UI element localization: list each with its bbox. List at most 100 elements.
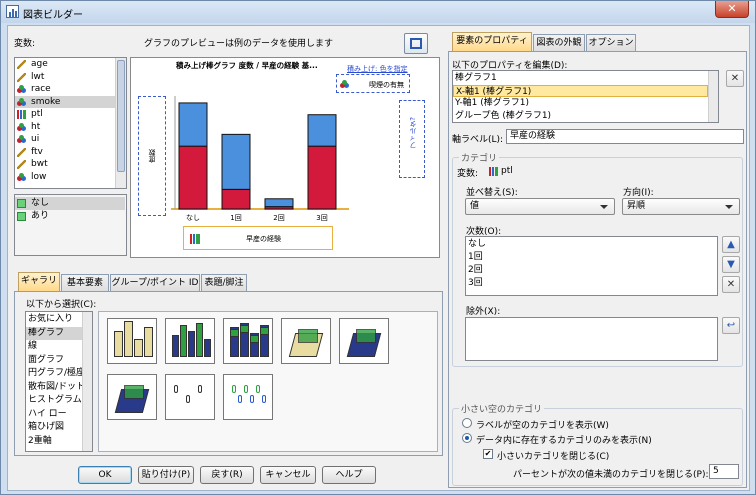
excluded-list[interactable]	[465, 317, 718, 361]
window-title: 図表ビルダー	[23, 10, 83, 21]
variable-name: age	[31, 59, 48, 69]
gallery-tab[interactable]: 表題/脚注	[201, 274, 247, 291]
close-button[interactable]: ✕	[715, 1, 749, 18]
chart-type-list[interactable]: お気に入り棒グラフ線面グラフ円グラフ/極座標散布図/ドットヒストグラムハイ ロー…	[25, 311, 93, 452]
x-tick-label: 1回	[230, 214, 241, 222]
show-empty-radio[interactable]	[462, 418, 472, 428]
ok-button[interactable]: OK	[78, 466, 132, 484]
chart-canvas[interactable]: 積み上げ棒グラフ 度数 / 早産の経験 基... 積み上げ: 色を指定 喫煙の有…	[130, 57, 440, 258]
variable-name: lwt	[31, 71, 45, 82]
bar-segment	[307, 114, 337, 147]
property-list-scrollbar[interactable]	[708, 71, 718, 122]
variable-item[interactable]: ftv	[15, 146, 115, 159]
property-list[interactable]: 棒グラフ1 X-軸1 (棒グラフ1) Y-軸1 (棒グラフ1) グループ色 (棒グラフ…	[452, 70, 719, 123]
thumbnail-bar	[134, 339, 143, 357]
direction-select[interactable]: 昇順	[622, 198, 740, 215]
show-present-only-radio[interactable]	[462, 433, 472, 443]
reset-button[interactable]: 戻す(R)	[200, 466, 254, 484]
percent-input[interactable]: 5	[709, 464, 739, 479]
ordinal-icon	[489, 167, 498, 176]
category-item[interactable]: なし	[15, 197, 125, 210]
cancel-button[interactable]: キャンセル	[260, 466, 316, 484]
small-empty-category-title: 小さい空のカテゴリ	[459, 402, 545, 415]
chart-type-item[interactable]: ハイ ロー	[26, 408, 82, 422]
variable-item[interactable]: race	[15, 83, 115, 96]
order-item[interactable]: 2回	[468, 264, 713, 277]
delete-property-button[interactable]: ✕	[726, 70, 744, 87]
paste-button[interactable]: 貼り付け(P)	[138, 466, 194, 484]
x-tick-label: なし	[186, 214, 200, 222]
stacked-bar-thumbnail[interactable]	[223, 318, 273, 364]
variable-item[interactable]: age	[15, 58, 115, 71]
property-item[interactable]: X-軸1 (棒グラフ1)	[453, 84, 708, 97]
scale-variable-icon	[17, 60, 26, 69]
exclude-button[interactable]: ✕	[722, 276, 740, 293]
chart-type-item[interactable]: 散布図/ドット	[26, 381, 82, 395]
order-item[interactable]: 3回	[468, 277, 713, 290]
variable-item[interactable]: smoke	[15, 95, 115, 108]
scale-variable-icon	[17, 160, 26, 169]
nominal-variable-icon	[17, 172, 26, 182]
simple-bar-thumbnail[interactable]	[107, 318, 157, 364]
order-list[interactable]: なし 1回 2回 3回	[465, 236, 718, 296]
variable-item[interactable]: ui	[15, 133, 115, 146]
category-icon	[17, 211, 26, 221]
3d-bar-thumbnail[interactable]	[107, 374, 157, 420]
show-empty-label: ラベルが空のカテゴリを表示(W)	[476, 421, 609, 431]
chart-type-item[interactable]: 円グラフ/極座標	[26, 367, 82, 381]
filter-drop-zone[interactable]: フィルタ?	[399, 100, 425, 178]
chart-type-item[interactable]: 棒グラフ	[26, 326, 82, 340]
y-axis-drop-zone[interactable]: 度数	[138, 96, 166, 216]
properties-tab[interactable]: 図表の外観	[533, 34, 585, 51]
dialog-body: 変数: グラフのプレビューは例のデータを使用します age lwt race smok…	[7, 25, 750, 491]
bar-segment	[307, 145, 337, 210]
clustered-bar-thumbnail[interactable]	[165, 318, 215, 364]
3d-simple-bar-thumbnail[interactable]	[281, 318, 331, 364]
order-item[interactable]: 1回	[468, 251, 713, 264]
stack-drop-label[interactable]: 積み上げ: 色を指定	[347, 64, 408, 74]
axis-label-input[interactable]: 早産の経験	[506, 129, 744, 144]
variable-item[interactable]: lwt	[15, 71, 115, 84]
3d-clustered-bar-thumbnail[interactable]	[339, 318, 389, 364]
property-item[interactable]: グループ色 (棒グラフ1)	[453, 110, 708, 123]
category-item[interactable]: あり	[15, 210, 125, 223]
chart-type-scrollbar[interactable]	[82, 312, 92, 451]
properties-tab[interactable]: 要素のプロパティ	[452, 32, 532, 51]
chart-type-item[interactable]: 2重軸	[26, 435, 82, 449]
move-up-button[interactable]: ▲	[722, 236, 740, 253]
clustered-error-bar-thumbnail[interactable]	[223, 374, 273, 420]
chart-type-item[interactable]: お気に入り	[26, 313, 82, 327]
restore-button[interactable]: ↩	[722, 317, 740, 334]
variable-item[interactable]: ptl	[15, 108, 115, 121]
sort-select[interactable]: 値	[465, 198, 615, 215]
nominal-variable-icon	[17, 122, 26, 132]
variable-item[interactable]: bwt	[15, 158, 115, 171]
properties-tab[interactable]: オプション	[586, 34, 636, 51]
chart-type-item[interactable]: ヒストグラム	[26, 394, 82, 408]
category-list[interactable]: なし あり	[14, 194, 127, 256]
thumbnail-3d-block	[124, 385, 144, 399]
chart-type-item[interactable]: 面グラフ	[26, 354, 82, 368]
gallery-tab[interactable]: ギャラリ	[18, 272, 60, 291]
variable-item[interactable]: ht	[15, 121, 115, 134]
order-item[interactable]: なし	[468, 238, 713, 251]
thumbnail-3d-block	[356, 329, 376, 343]
x-axis-drop-zone[interactable]: 早産の経験	[183, 226, 333, 250]
x-tick-label: 2回	[273, 214, 284, 222]
variable-list-scrollbar[interactable]	[115, 58, 126, 188]
collapse-small-checkbox[interactable]: ✔	[483, 449, 493, 459]
element-properties-toggle-button[interactable]	[404, 33, 428, 54]
chart-type-item[interactable]: 箱ひげ図	[26, 421, 82, 435]
gallery-tab[interactable]: 基本要素	[61, 274, 109, 291]
simple-error-bar-thumbnail[interactable]	[165, 374, 215, 420]
thumbnail-error-bar	[244, 385, 248, 393]
variable-list[interactable]: age lwt race smoke ptl ht ui ftv bwt low	[14, 57, 127, 189]
gallery-tab[interactable]: グループ/ポイント ID	[110, 274, 200, 291]
chart-type-item[interactable]: 線	[26, 340, 82, 354]
help-button[interactable]: ヘルプ	[322, 466, 376, 484]
move-down-button[interactable]: ▼	[722, 256, 740, 273]
property-item[interactable]: Y-軸1 (棒グラフ1)	[453, 97, 708, 110]
scale-variable-icon	[17, 72, 26, 82]
variable-item[interactable]: low	[15, 171, 115, 184]
property-item[interactable]: 棒グラフ1	[453, 72, 708, 85]
